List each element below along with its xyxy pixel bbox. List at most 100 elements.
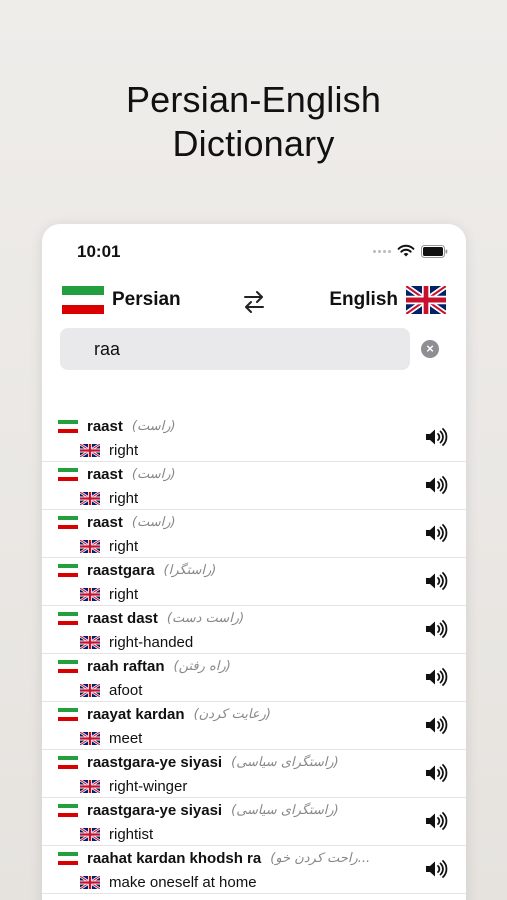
uk-flag-icon — [406, 286, 446, 314]
result-persian: (راستگرا) — [163, 563, 217, 578]
uk-flag-icon — [80, 444, 100, 457]
result-source: raastgara (راستگرا) — [58, 562, 216, 579]
iran-flag-icon — [58, 564, 78, 577]
result-source: raast (راست) — [58, 514, 176, 531]
speaker-icon[interactable] — [424, 475, 448, 495]
result-source: raastgara-ye siyasi (راستگرای سیاسی) — [58, 802, 339, 819]
phone-screen: 10:01 Persian English raa × raast (راست)… — [42, 224, 466, 900]
status-bar: 10:01 — [42, 224, 466, 276]
result-source: raast (راست) — [58, 418, 176, 435]
result-target: right-winger — [80, 778, 187, 795]
status-time: 10:01 — [77, 242, 121, 261]
search-row: raa × — [42, 328, 466, 374]
result-english: right-winger — [109, 778, 188, 795]
speaker-icon[interactable] — [424, 715, 448, 735]
search-input-value: raa — [94, 339, 121, 359]
result-transliteration: raah raftan — [87, 658, 165, 675]
result-english: right — [109, 490, 139, 507]
iran-flag-icon — [58, 852, 78, 865]
result-source: raayat kardan (رعایت کردن) — [58, 706, 271, 723]
battery-icon — [421, 244, 448, 258]
results-list: raast (راست) right raast (راست) right ra… — [42, 414, 466, 894]
result-transliteration: raastgara — [87, 562, 155, 579]
result-persian: (راست) — [131, 467, 176, 482]
result-persian: (راست دست) — [166, 611, 245, 626]
result-source: raah raftan (راه رفتن) — [58, 658, 231, 675]
result-persian: (راه رفتن) — [173, 659, 231, 674]
result-transliteration: raayat kardan — [87, 706, 185, 723]
result-source: raast (راست) — [58, 466, 176, 483]
headline-line-1: Persian-English — [125, 79, 382, 120]
speaker-icon[interactable] — [424, 859, 448, 879]
speaker-icon[interactable] — [424, 763, 448, 783]
uk-flag-icon — [80, 732, 100, 745]
source-language-label: Persian — [112, 289, 181, 310]
result-target: rightist — [80, 826, 153, 843]
search-input[interactable]: raa — [60, 328, 410, 370]
wifi-icon — [397, 244, 415, 257]
speaker-icon[interactable] — [424, 427, 448, 447]
result-source: raastgara-ye siyasi (راستگرای سیاسی) — [58, 754, 339, 771]
result-english: make oneself at home — [109, 874, 257, 891]
result-transliteration: raast — [87, 466, 123, 483]
result-row[interactable]: raast (راست) right — [42, 510, 466, 558]
speaker-icon[interactable] — [424, 811, 448, 831]
result-english: right — [109, 586, 139, 603]
speaker-icon[interactable] — [424, 619, 448, 639]
result-row[interactable]: raast dast (راست دست) right-handed — [42, 606, 466, 654]
uk-flag-icon — [80, 540, 100, 553]
signal-dots-icon — [373, 249, 391, 253]
speaker-icon[interactable] — [424, 667, 448, 687]
uk-flag-icon — [80, 828, 100, 841]
result-english: right — [109, 442, 139, 459]
result-row[interactable]: raast (راست) right — [42, 414, 466, 462]
headline-line-2: Dictionary — [172, 123, 335, 164]
result-row[interactable]: raastgara-ye siyasi (راستگرای سیاسی) rig… — [42, 750, 466, 798]
promo-headline: Persian-English Dictionary — [0, 78, 507, 166]
result-row[interactable]: raah raftan (راه رفتن) afoot — [42, 654, 466, 702]
result-transliteration: raastgara-ye siyasi — [87, 802, 223, 819]
result-target: right — [80, 538, 138, 555]
result-source: raahat kardan khodsh ra (راحت کردن خو... — [58, 850, 370, 867]
result-english: right — [109, 538, 139, 555]
clear-icon[interactable]: × — [421, 340, 439, 358]
result-target: right — [80, 490, 138, 507]
result-row[interactable]: raast (راست) right — [42, 462, 466, 510]
target-language[interactable]: English — [329, 286, 446, 314]
result-transliteration: raast — [87, 418, 123, 435]
iran-flag-icon — [58, 468, 78, 481]
result-row[interactable]: raastgara (راستگرا) right — [42, 558, 466, 606]
iran-flag-icon — [58, 516, 78, 529]
iran-flag-icon — [58, 708, 78, 721]
result-row[interactable]: raayat kardan (رعایت کردن) meet — [42, 702, 466, 750]
iran-flag-icon — [58, 804, 78, 817]
speaker-icon[interactable] — [424, 523, 448, 543]
iran-flag-icon — [58, 612, 78, 625]
result-english: afoot — [109, 682, 143, 699]
iran-flag-icon — [58, 756, 78, 769]
result-persian: (راستگرای سیاسی) — [231, 755, 339, 770]
result-row[interactable]: raahat kardan khodsh ra (راحت کردن خو...… — [42, 846, 466, 894]
uk-flag-icon — [80, 588, 100, 601]
result-persian: (راست) — [131, 419, 176, 434]
result-transliteration: raahat kardan khodsh ra — [87, 850, 262, 867]
result-persian: (راحت کردن خو... — [270, 851, 371, 866]
target-language-label: English — [329, 289, 398, 310]
uk-flag-icon — [80, 876, 100, 889]
result-row[interactable]: raastgara-ye siyasi (راستگرای سیاسی) rig… — [42, 798, 466, 846]
source-language[interactable]: Persian — [62, 286, 181, 314]
status-icons — [373, 244, 448, 258]
result-persian: (راست) — [131, 515, 176, 530]
swap-arrows-icon[interactable] — [241, 288, 267, 316]
speaker-icon[interactable] — [424, 571, 448, 591]
result-target: make oneself at home — [80, 874, 257, 891]
result-persian: (رعایت کردن) — [193, 707, 271, 722]
result-english: rightist — [109, 826, 154, 843]
result-target: right — [80, 586, 138, 603]
uk-flag-icon — [80, 780, 100, 793]
uk-flag-icon — [80, 636, 100, 649]
language-bar: Persian English — [42, 282, 466, 326]
result-transliteration: raast dast — [87, 610, 158, 627]
uk-flag-icon — [80, 684, 100, 697]
iran-flag-icon — [62, 286, 104, 314]
